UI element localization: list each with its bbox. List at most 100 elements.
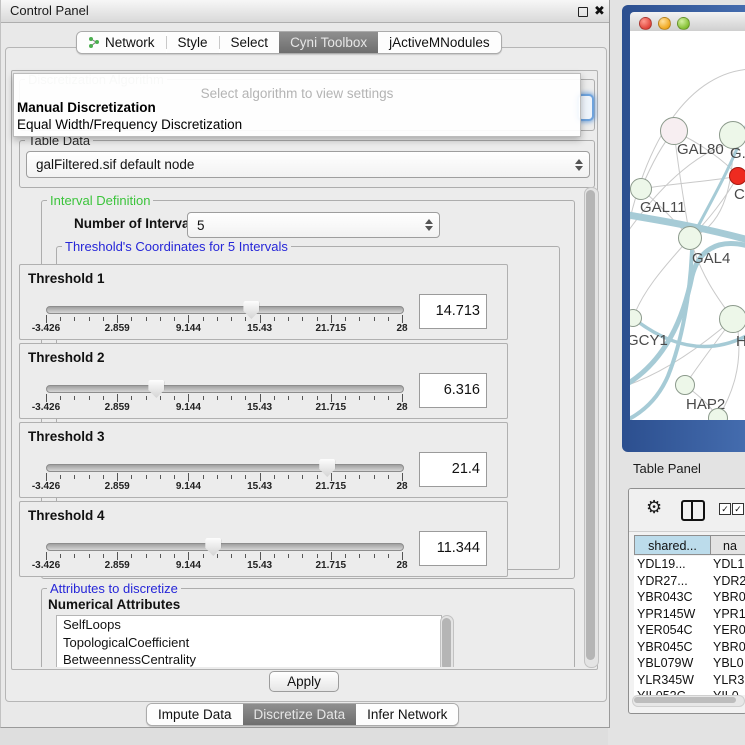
slider-tick — [388, 475, 389, 479]
tab-select[interactable]: Select — [220, 32, 280, 53]
close-icon[interactable]: ✖ — [594, 3, 605, 19]
mac-minimize-button[interactable] — [658, 17, 671, 30]
table-cell-shared-name[interactable]: YER054C — [637, 622, 693, 639]
slider-tick — [74, 396, 75, 400]
network-node-hap2[interactable] — [675, 375, 695, 395]
combo-stepper-icon — [425, 219, 433, 231]
table-row[interactable]: YER054C YER0 — [634, 622, 745, 639]
threshold-3-value-field[interactable]: 21.4 — [419, 452, 487, 487]
threshold-1-value-field[interactable]: 14.713 — [419, 294, 487, 329]
network-node-gal11[interactable] — [630, 178, 652, 200]
table-cell-shared-name[interactable]: YPR145W — [637, 606, 695, 623]
slider-scale-label: 9.144 — [176, 481, 201, 492]
table-cell-shared-name[interactable]: YIL052C — [637, 688, 686, 695]
table-cell-shared-name[interactable]: YDR27... — [637, 573, 688, 590]
threshold-4-value-field[interactable]: 11.344 — [419, 531, 487, 566]
slider-scale-label: 2.859 — [105, 323, 130, 334]
table-data-combobox[interactable]: galFiltered.sif default node — [26, 151, 590, 178]
threshold-2-slider-thumb[interactable] — [148, 380, 164, 398]
numerical-attributes-list[interactable]: SelfLoopsTopologicalCoefficientBetweenne… — [56, 615, 442, 667]
slider-tick — [146, 554, 147, 558]
table-row[interactable]: YLR345W YLR3 — [634, 672, 745, 689]
column-header-name[interactable]: na — [710, 535, 745, 555]
attributes-scrollbar-thumb[interactable] — [442, 618, 451, 667]
table-cell-name[interactable]: YIL0 — [713, 688, 739, 695]
tab-impute-data[interactable]: Impute Data — [147, 704, 243, 725]
network-node-c[interactable] — [729, 167, 745, 185]
network-canvas[interactable]: GAL80G.CGAL11GAL4GCY1HHAP2 — [630, 31, 745, 420]
threshold-1-slider-track[interactable] — [46, 306, 404, 314]
table-row[interactable]: YBR045C YBR0 — [634, 639, 745, 656]
mac-zoom-button[interactable] — [677, 17, 690, 30]
slider-tick — [402, 473, 403, 481]
table-cell-name[interactable]: YER0 — [713, 622, 745, 639]
table-horizontal-scrollbar[interactable] — [632, 695, 745, 707]
table-cell-shared-name[interactable]: YBR043C — [637, 589, 693, 606]
attributes-list-scrollbar[interactable] — [440, 615, 454, 667]
threshold-2-label: Threshold 2 — [28, 350, 105, 365]
threshold-4-label: Threshold 4 — [28, 508, 105, 523]
slider-tick — [260, 552, 261, 560]
threshold-4-slider-track[interactable] — [46, 543, 404, 551]
network-node-h[interactable] — [719, 305, 745, 333]
table-cell-name[interactable]: YLR3 — [713, 672, 744, 689]
threshold-3-slider-thumb[interactable] — [319, 459, 335, 477]
apply-button[interactable]: Apply — [269, 671, 339, 692]
column-header-shared-name[interactable]: shared... — [634, 535, 711, 555]
settings-scrollbar-thumb[interactable] — [586, 190, 595, 660]
network-node-gal4[interactable] — [678, 226, 702, 250]
threshold-2-value-field[interactable]: 6.316 — [419, 373, 487, 408]
slider-tick — [317, 317, 318, 321]
slider-tick — [374, 317, 375, 321]
tab-infer-network[interactable]: Infer Network — [356, 704, 458, 725]
slider-scale-label: -3.426 — [32, 560, 60, 571]
slider-scale-label: 28 — [396, 481, 407, 492]
table-row[interactable]: YPR145W YPR1 — [634, 606, 745, 623]
mac-close-button[interactable] — [639, 17, 652, 30]
table-hscrollbar-thumb[interactable] — [634, 697, 736, 703]
tab-cyni-toolbox[interactable]: Cyni Toolbox — [279, 32, 378, 53]
checkbox-icon[interactable]: ✓ — [719, 503, 731, 515]
network-node-label: GCY1 — [630, 332, 668, 349]
threshold-3-slider-track[interactable] — [46, 464, 404, 472]
num-intervals-value: 5 — [197, 218, 205, 233]
tab-style[interactable]: Style — [167, 32, 219, 53]
table-cell-shared-name[interactable]: YLR345W — [637, 672, 694, 689]
table-row[interactable]: YBL079W YBL0 — [634, 655, 745, 672]
table-cell-shared-name[interactable]: YDL19... — [637, 556, 686, 573]
table-cell-name[interactable]: YBR0 — [713, 589, 745, 606]
table-cell-name[interactable]: YDR2 — [713, 573, 745, 590]
table-row[interactable]: YDL19... YDL1 — [634, 556, 745, 573]
control-panel-tabs: Network Style Select Cyni Toolbox jActiv… — [76, 31, 502, 54]
dropdown-option-manual[interactable]: Manual Discretization — [17, 100, 156, 115]
table-cell-name[interactable]: YBL0 — [713, 655, 744, 672]
split-columns-icon[interactable] — [681, 500, 705, 521]
slider-tick — [345, 317, 346, 321]
dropdown-option-equal-width[interactable]: Equal Width/Frequency Discretization — [17, 117, 242, 132]
attribute-list-item[interactable]: BetweennessCentrality — [57, 651, 441, 667]
table-body[interactable]: YDL19...YDL1YDR27...YDR2YBR043CYBR0YPR14… — [634, 556, 745, 695]
settings-scrollbar[interactable] — [584, 187, 599, 668]
table-cell-name[interactable]: YDL1 — [713, 556, 744, 573]
table-row[interactable]: YBR043C YBR0 — [634, 589, 745, 606]
table-row[interactable]: YIL052C YIL0 — [634, 688, 745, 695]
slider-tick — [374, 554, 375, 558]
table-cell-name[interactable]: YBR0 — [713, 639, 745, 656]
tab-network[interactable]: Network — [77, 32, 166, 53]
table-cell-name[interactable]: YPR1 — [713, 606, 745, 623]
table-cell-shared-name[interactable]: YBL079W — [637, 655, 693, 672]
tab-discretize-data[interactable]: Discretize Data — [243, 704, 357, 725]
float-window-icon[interactable] — [578, 7, 588, 17]
table-cell-shared-name[interactable]: YBR045C — [637, 639, 693, 656]
table-row[interactable]: YDR27... YDR2 — [634, 573, 745, 590]
gear-icon[interactable]: ⚙ — [646, 497, 662, 518]
tab-jactivemnodules[interactable]: jActiveMNodules — [378, 32, 501, 53]
attribute-list-item[interactable]: SelfLoops — [57, 616, 441, 634]
threshold-4-slider-thumb[interactable] — [205, 538, 221, 556]
num-intervals-combobox[interactable]: 5 — [187, 212, 440, 238]
attribute-list-item[interactable]: TopologicalCoefficient — [57, 634, 441, 652]
slider-tick — [103, 396, 104, 400]
checkbox-icon[interactable]: ✓ — [732, 503, 744, 515]
tab-cyni-toolbox-label: Cyni Toolbox — [290, 35, 367, 50]
threshold-2-slider-track[interactable] — [46, 385, 404, 393]
